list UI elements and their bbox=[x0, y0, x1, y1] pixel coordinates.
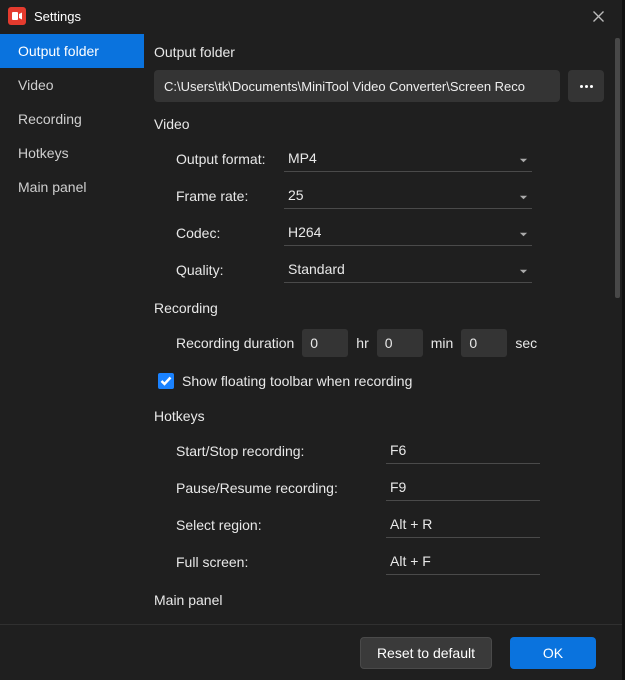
sidebar-item-label: Output folder bbox=[18, 43, 99, 59]
duration-seconds-input[interactable] bbox=[461, 329, 507, 357]
hotkey-start-input[interactable]: F6 bbox=[386, 438, 540, 464]
hotkey-fullscreen-label: Full screen: bbox=[176, 554, 386, 570]
sidebar-item-output-folder[interactable]: Output folder bbox=[0, 34, 144, 68]
app-icon bbox=[8, 7, 26, 25]
hours-unit: hr bbox=[356, 335, 368, 351]
window-title: Settings bbox=[34, 9, 578, 24]
quality-value: Standard bbox=[288, 261, 345, 277]
output-path-input[interactable] bbox=[154, 70, 560, 102]
browse-button[interactable] bbox=[568, 70, 604, 102]
sidebar: Output folder Video Recording Hotkeys Ma… bbox=[0, 32, 144, 624]
hotkey-pause-label: Pause/Resume recording: bbox=[176, 480, 386, 496]
chevron-down-icon bbox=[519, 263, 528, 279]
recording-heading: Recording bbox=[154, 300, 604, 316]
show-floating-toolbar-checkbox[interactable] bbox=[158, 373, 174, 389]
seconds-unit: sec bbox=[515, 335, 537, 351]
duration-minutes-input[interactable] bbox=[377, 329, 423, 357]
hotkey-pause-input[interactable]: F9 bbox=[386, 475, 540, 501]
quality-label: Quality: bbox=[176, 262, 284, 278]
recording-duration-label: Recording duration bbox=[176, 335, 294, 351]
codec-value: H264 bbox=[288, 224, 321, 240]
check-icon bbox=[160, 376, 172, 386]
ellipsis-icon bbox=[580, 85, 583, 88]
close-icon bbox=[593, 11, 604, 22]
content-scrollbar[interactable] bbox=[615, 38, 620, 298]
hotkey-start-label: Start/Stop recording: bbox=[176, 443, 386, 459]
minutes-unit: min bbox=[431, 335, 454, 351]
quality-select[interactable]: Standard bbox=[284, 257, 532, 283]
frame-rate-value: 25 bbox=[288, 187, 304, 203]
duration-hours-input[interactable] bbox=[302, 329, 348, 357]
hotkey-region-label: Select region: bbox=[176, 517, 386, 533]
sidebar-item-recording[interactable]: Recording bbox=[0, 102, 144, 136]
hotkey-region-input[interactable]: Alt + R bbox=[386, 512, 540, 538]
settings-content: Output folder Video Output format: MP4 bbox=[144, 32, 622, 624]
close-button[interactable] bbox=[578, 1, 618, 31]
titlebar: Settings bbox=[0, 0, 622, 32]
codec-label: Codec: bbox=[176, 225, 284, 241]
hotkey-fullscreen-input[interactable]: Alt + F bbox=[386, 549, 540, 575]
chevron-down-icon bbox=[519, 226, 528, 242]
footer: Reset to default OK bbox=[0, 624, 622, 680]
frame-rate-label: Frame rate: bbox=[176, 188, 284, 204]
sidebar-item-main-panel[interactable]: Main panel bbox=[0, 170, 144, 204]
ok-button[interactable]: OK bbox=[510, 637, 596, 669]
codec-select[interactable]: H264 bbox=[284, 220, 532, 246]
main-panel-heading: Main panel bbox=[154, 592, 604, 608]
video-heading: Video bbox=[154, 116, 604, 132]
sidebar-item-label: Video bbox=[18, 77, 54, 93]
sidebar-item-label: Main panel bbox=[18, 179, 87, 195]
show-floating-toolbar-label: Show floating toolbar when recording bbox=[182, 373, 412, 389]
output-folder-heading: Output folder bbox=[154, 44, 604, 60]
output-format-value: MP4 bbox=[288, 150, 317, 166]
sidebar-item-label: Hotkeys bbox=[18, 145, 69, 161]
sidebar-item-label: Recording bbox=[18, 111, 82, 127]
output-format-label: Output format: bbox=[176, 151, 284, 167]
settings-window: Settings Output folder Video Recording H… bbox=[0, 0, 622, 680]
sidebar-item-video[interactable]: Video bbox=[0, 68, 144, 102]
hotkeys-heading: Hotkeys bbox=[154, 408, 604, 424]
frame-rate-select[interactable]: 25 bbox=[284, 183, 532, 209]
sidebar-item-hotkeys[interactable]: Hotkeys bbox=[0, 136, 144, 170]
reset-button[interactable]: Reset to default bbox=[360, 637, 492, 669]
chevron-down-icon bbox=[519, 189, 528, 205]
chevron-down-icon bbox=[519, 152, 528, 168]
output-format-select[interactable]: MP4 bbox=[284, 146, 532, 172]
